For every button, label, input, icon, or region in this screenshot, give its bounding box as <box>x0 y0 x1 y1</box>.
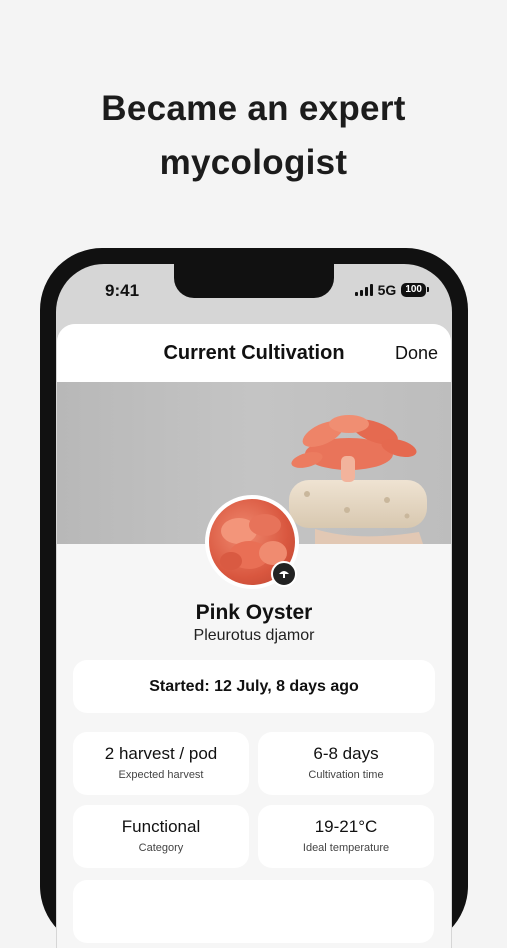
phone-frame: 9:41 5G 100 Current Cultivation Done Pin… <box>40 248 468 948</box>
sheet-title: Current Cultivation <box>163 342 345 364</box>
stat-value: 2 harvest / pod <box>104 744 218 763</box>
network-label: 5G <box>377 282 397 298</box>
stat-label: Expected harvest <box>118 769 204 781</box>
species-name: Pink Oyster <box>195 601 313 624</box>
status-indicators: 5G 100 <box>354 282 429 298</box>
signal-icon <box>354 284 373 296</box>
stat-card-ideal-temperature: 19-21°C Ideal temperature <box>258 805 434 868</box>
cultivation-sheet: Current Cultivation Done Pink Oyster Ple… <box>57 324 451 948</box>
promo-headline: Became an expert mycologist <box>0 82 507 190</box>
stat-value: 19-21°C <box>314 817 378 836</box>
stat-label: Ideal temperature <box>302 842 390 854</box>
mushroom-badge-icon <box>271 561 297 587</box>
battery-icon: 100 <box>401 283 429 297</box>
stat-label: Cultivation time <box>308 769 384 781</box>
stat-value: Functional <box>121 817 201 836</box>
species-avatar[interactable] <box>205 495 299 589</box>
phone-notch <box>174 264 334 298</box>
species-latin-name: Pleurotus djamor <box>193 627 315 644</box>
stat-value: 6-8 days <box>313 744 379 763</box>
stat-label: Category <box>138 842 184 854</box>
headline-line-2: mycologist <box>159 143 348 182</box>
stat-card-category: Functional Category <box>73 805 249 868</box>
next-card-partial <box>73 880 434 943</box>
headline-line-1: Became an expert <box>101 89 406 128</box>
stat-card-expected-harvest: 2 harvest / pod Expected harvest <box>73 732 249 795</box>
status-time: 9:41 <box>105 281 140 300</box>
stat-card-cultivation-time: 6-8 days Cultivation time <box>258 732 434 795</box>
phone-screen: 9:41 5G 100 Current Cultivation Done Pin… <box>56 264 452 948</box>
sheet-header: Current Cultivation Done <box>57 324 451 382</box>
started-date-card: Started: 12 July, 8 days ago <box>73 660 435 713</box>
done-button[interactable]: Done <box>395 343 438 364</box>
